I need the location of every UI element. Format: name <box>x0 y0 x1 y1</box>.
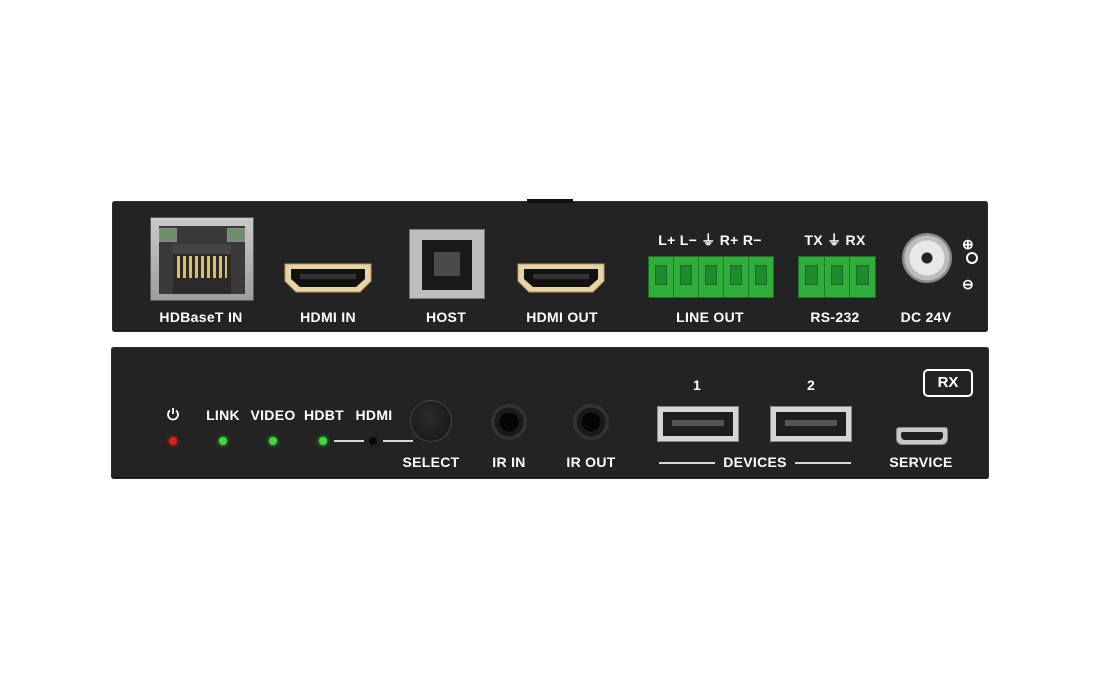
hdbaset-rj45-port[interactable] <box>150 217 254 301</box>
link-led <box>219 437 227 445</box>
rj45-led-left <box>159 228 177 242</box>
line-out-label: LINE OUT <box>676 309 744 325</box>
rx-badge: RX <box>923 369 973 397</box>
power-icon <box>167 408 179 421</box>
hdmi-label: HDMI <box>355 407 393 423</box>
usb-device-port-1[interactable] <box>657 406 739 442</box>
host-label: HOST <box>425 309 467 325</box>
ir-in-jack[interactable] <box>491 404 527 440</box>
link-label: LINK <box>206 407 240 423</box>
service-micro-usb-port[interactable] <box>896 427 948 445</box>
ir-out-label: IR OUT <box>566 454 616 470</box>
video-led <box>269 437 277 445</box>
usb-device-port-2[interactable] <box>770 406 852 442</box>
usb-port-2-number: 2 <box>806 377 816 393</box>
rs232-pin-labels: TX ⏚ RX <box>804 232 866 248</box>
hdbt-label: HDBT <box>303 407 345 423</box>
ir-out-jack[interactable] <box>573 404 609 440</box>
usb-port-1-number: 1 <box>692 377 702 393</box>
hdmi-in-label: HDMI IN <box>300 309 356 325</box>
host-usb-b-port[interactable] <box>409 229 485 299</box>
rj45-pins <box>177 256 227 278</box>
devices-label: DEVICES <box>723 454 787 470</box>
devices-divider-right <box>795 462 851 464</box>
hdmi-in-port[interactable] <box>282 261 374 295</box>
select-button[interactable] <box>410 400 452 442</box>
hdmi-out-port[interactable] <box>515 261 607 295</box>
line-out-terminal-block[interactable] <box>648 256 774 298</box>
dc-24v-label: DC 24V <box>900 309 952 325</box>
polarity-negative-icon: ⊖ <box>962 276 974 292</box>
polarity-positive-icon: ⊕ <box>962 236 974 252</box>
hdbt-led <box>319 437 327 445</box>
power-led <box>169 437 177 445</box>
hdbt-hdmi-divider-left <box>334 440 364 442</box>
polarity-center-icon <box>966 252 978 264</box>
panel-notch <box>527 199 573 203</box>
rear-panel: HDBaseT IN HDMI IN HOST HDMI OUT L+ L− ⏚… <box>112 199 988 332</box>
rs232-label: RS-232 <box>810 309 860 325</box>
video-label: VIDEO <box>250 407 296 423</box>
select-label: SELECT <box>402 454 460 470</box>
hdmi-led <box>369 437 377 445</box>
rj45-led-right <box>227 228 245 242</box>
ir-in-label: IR IN <box>492 454 526 470</box>
hdbt-hdmi-divider-right <box>383 440 413 442</box>
devices-divider-left <box>659 462 715 464</box>
front-panel: RX LINK VIDEO HDBT HDMI SELECT IR IN IR … <box>111 347 989 479</box>
dc-power-jack[interactable] <box>902 233 952 283</box>
hdmi-out-label: HDMI OUT <box>526 309 598 325</box>
line-out-pin-labels: L+ L− ⏚ R+ R− <box>658 232 762 248</box>
service-label: SERVICE <box>889 454 953 470</box>
rs232-terminal-block[interactable] <box>798 256 876 298</box>
hdbaset-in-label: HDBaseT IN <box>159 309 243 325</box>
